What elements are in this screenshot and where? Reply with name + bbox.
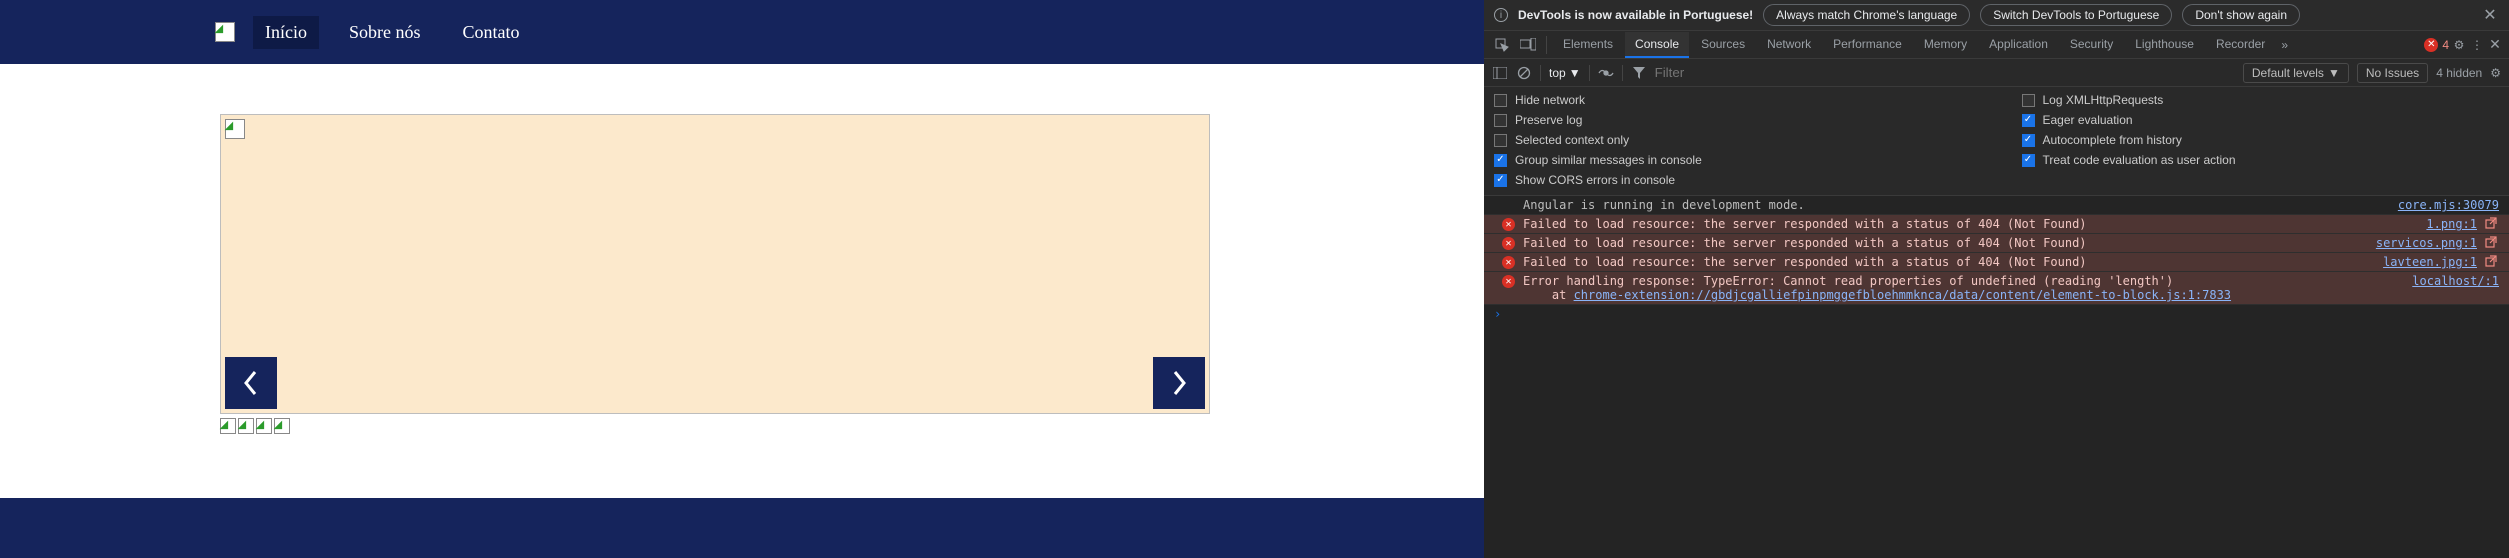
hidden-count: 4 hidden: [2436, 66, 2482, 80]
thumb-broken-image-icon[interactable]: [220, 418, 236, 434]
chk-log-xhr[interactable]: Log XMLHttpRequests: [2022, 93, 2500, 107]
pill-match-chrome-lang[interactable]: Always match Chrome's language: [1763, 4, 1970, 26]
execution-context-selector[interactable]: top ▼: [1549, 66, 1581, 80]
live-expression-icon[interactable]: [1598, 65, 1614, 81]
error-icon: ✕: [2424, 38, 2438, 52]
tab-recorder[interactable]: Recorder: [2206, 32, 2275, 58]
error-icon: ✕: [1502, 218, 1515, 231]
tab-lighthouse[interactable]: Lighthouse: [2125, 32, 2204, 58]
carousel-thumbnails: [220, 418, 290, 434]
website-pane: Início Sobre nós Contato: [0, 0, 1484, 558]
nav-item-sobre[interactable]: Sobre nós: [337, 16, 433, 49]
console-log: Angular is running in development mode. …: [1484, 196, 2509, 558]
devtools-tabstrip: Elements Console Sources Network Perform…: [1484, 31, 2509, 59]
error-icon: ✕: [1502, 256, 1515, 269]
tab-application[interactable]: Application: [1979, 32, 2058, 58]
external-link-icon[interactable]: [2485, 236, 2499, 250]
devtools-settings-icon[interactable]: ⚙: [2451, 38, 2467, 52]
devtools-pane: i DevTools is now available in Portugues…: [1484, 0, 2509, 558]
console-toolbar: top ▼ Default levels ▼ No Issues 4 hidde…: [1484, 59, 2509, 87]
log-entry-error: ✕ Failed to load resource: the server re…: [1484, 253, 2509, 272]
external-link-icon[interactable]: [2485, 217, 2499, 231]
site-footer: [0, 498, 1484, 558]
carousel: [220, 114, 1210, 414]
info-icon: i: [1494, 8, 1508, 22]
error-count-badge[interactable]: ✕ 4: [2424, 38, 2449, 52]
chevron-down-icon: ▼: [2328, 66, 2340, 80]
infobar-message: DevTools is now available in Portuguese!: [1518, 8, 1753, 22]
tab-elements[interactable]: Elements: [1553, 32, 1623, 58]
filter-icon: [1631, 65, 1647, 81]
tabs-overflow-icon[interactable]: »: [2281, 38, 2288, 52]
chk-group-similar[interactable]: Group similar messages in console: [1494, 153, 1972, 167]
log-entry-error: ✕ Failed to load resource: the server re…: [1484, 215, 2509, 234]
tab-security[interactable]: Security: [2060, 32, 2123, 58]
console-sidebar-toggle-icon[interactable]: [1492, 65, 1508, 81]
chk-preserve-log[interactable]: Preserve log: [1494, 113, 1972, 127]
chk-treat-code-eval[interactable]: Treat code evaluation as user action: [2022, 153, 2500, 167]
chevron-left-icon: [240, 369, 262, 397]
error-count: 4: [2442, 38, 2449, 52]
tab-memory[interactable]: Memory: [1914, 32, 1977, 58]
thumb-broken-image-icon[interactable]: [274, 418, 290, 434]
site-navbar: Início Sobre nós Contato: [0, 0, 1484, 64]
log-source-link[interactable]: lavteen.jpg:1: [2383, 255, 2477, 269]
logo-broken-image-icon: [215, 22, 235, 42]
chk-eager-eval[interactable]: Eager evaluation: [2022, 113, 2500, 127]
nav-item-inicio[interactable]: Início: [253, 16, 319, 49]
tab-network[interactable]: Network: [1757, 32, 1821, 58]
carousel-next-button[interactable]: [1153, 357, 1205, 409]
log-entry-error: ✕ Failed to load resource: the server re…: [1484, 234, 2509, 253]
log-message: Failed to load resource: the server resp…: [1523, 236, 2368, 250]
stack-trace-link[interactable]: chrome-extension://gbdjcgalliefpinpmggef…: [1574, 288, 2231, 302]
chk-selected-ctx[interactable]: Selected context only: [1494, 133, 1972, 147]
thumb-broken-image-icon[interactable]: [238, 418, 254, 434]
log-source-link[interactable]: localhost/:1: [2412, 274, 2499, 288]
console-settings-icon[interactable]: ⚙: [2490, 66, 2501, 80]
log-message: Failed to load resource: the server resp…: [1523, 217, 2418, 231]
devtools-infobar: i DevTools is now available in Portugues…: [1484, 0, 2509, 31]
chk-hide-network[interactable]: Hide network: [1494, 93, 1972, 107]
log-message: Angular is running in development mode.: [1523, 198, 2390, 212]
console-filter-input[interactable]: [1655, 65, 1775, 80]
console-settings-panel: Hide network Log XMLHttpRequests Preserv…: [1484, 87, 2509, 196]
console-prompt[interactable]: ›: [1484, 305, 2509, 323]
log-message: Error handling response: TypeError: Cann…: [1523, 274, 2404, 302]
carousel-prev-button[interactable]: [225, 357, 277, 409]
no-issues-pill[interactable]: No Issues: [2357, 63, 2428, 83]
log-source-link[interactable]: core.mjs:30079: [2398, 198, 2499, 212]
log-source-link[interactable]: servicos.png:1: [2376, 236, 2477, 250]
tab-console[interactable]: Console: [1625, 32, 1689, 58]
devtools-more-icon[interactable]: ⋮: [2469, 38, 2485, 52]
external-link-icon[interactable]: [2485, 255, 2499, 269]
filter-input-wrap: [1655, 65, 2235, 80]
log-message: Failed to load resource: the server resp…: [1523, 255, 2375, 269]
inspect-element-icon[interactable]: [1494, 38, 1510, 52]
chk-show-cors[interactable]: Show CORS errors in console: [1494, 173, 1972, 187]
pill-dont-show-again[interactable]: Don't show again: [2182, 4, 2300, 26]
log-entry-info: Angular is running in development mode. …: [1484, 196, 2509, 215]
nav-item-contato[interactable]: Contato: [451, 16, 532, 49]
infobar-close-icon[interactable]: ✕: [2481, 6, 2499, 24]
chevron-down-icon: ▼: [1569, 66, 1581, 80]
device-toolbar-icon[interactable]: [1520, 38, 1536, 52]
log-levels-selector[interactable]: Default levels ▼: [2243, 63, 2349, 83]
log-entry-error: ✕ Error handling response: TypeError: Ca…: [1484, 272, 2509, 305]
clear-console-icon[interactable]: [1516, 65, 1532, 81]
site-body: [0, 64, 1484, 498]
thumb-broken-image-icon[interactable]: [256, 418, 272, 434]
carousel-broken-image-icon: [225, 119, 245, 139]
error-icon: ✕: [1502, 237, 1515, 250]
tab-sources[interactable]: Sources: [1691, 32, 1755, 58]
pill-switch-portuguese[interactable]: Switch DevTools to Portuguese: [1980, 4, 2172, 26]
log-source-link[interactable]: 1.png:1: [2426, 217, 2477, 231]
tab-performance[interactable]: Performance: [1823, 32, 1912, 58]
devtools-close-icon[interactable]: ✕: [2487, 36, 2503, 53]
error-icon: ✕: [1502, 275, 1515, 288]
chk-autocomplete[interactable]: Autocomplete from history: [2022, 133, 2500, 147]
chevron-right-icon: [1168, 369, 1190, 397]
